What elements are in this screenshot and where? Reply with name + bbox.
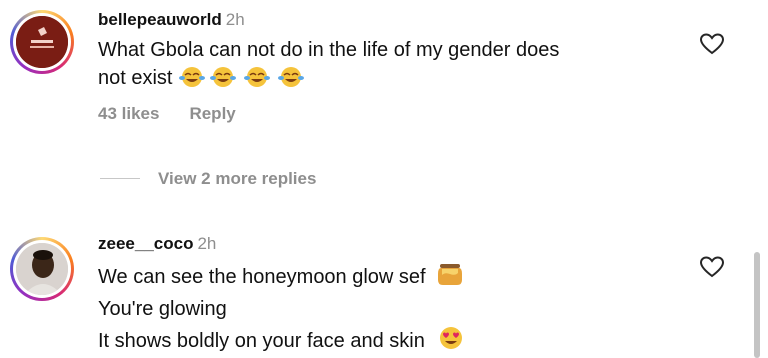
joy-emoji-icon bbox=[179, 67, 206, 87]
avatar bbox=[16, 16, 68, 68]
comment-item: bellepeauworld 2h What Gbola can not do i… bbox=[0, 0, 768, 140]
honey-pot-icon bbox=[438, 264, 463, 285]
heart-icon[interactable] bbox=[700, 256, 724, 278]
comment-username[interactable]: bellepeauworld 2h bbox=[98, 10, 245, 30]
comment-timestamp: 2h bbox=[197, 234, 217, 253]
comment-actions: 43 likes Reply bbox=[98, 104, 266, 124]
comment-item: zeee__coco 2h We can see the honeymoon gl… bbox=[0, 225, 768, 358]
view-more-replies-button[interactable]: View 2 more replies bbox=[158, 169, 316, 189]
joy-emoji-icon bbox=[210, 67, 237, 87]
reply-button[interactable]: Reply bbox=[189, 104, 235, 123]
avatar-story-ring[interactable] bbox=[10, 10, 74, 74]
comment-timestamp: 2h bbox=[225, 10, 245, 29]
comment-username[interactable]: zeee__coco 2h bbox=[98, 234, 216, 254]
joy-emoji-icon bbox=[244, 67, 271, 87]
replies-divider bbox=[100, 178, 140, 179]
likes-count[interactable]: 43 likes bbox=[98, 104, 159, 123]
comment-text: We can see the honeymoon glow sef You're… bbox=[98, 261, 678, 357]
joy-emoji-group bbox=[172, 67, 308, 89]
user-photo-icon bbox=[16, 243, 68, 295]
heart-eyes-emoji-icon bbox=[440, 327, 463, 349]
avatar-story-ring[interactable] bbox=[10, 237, 74, 301]
heart-icon[interactable] bbox=[700, 33, 724, 55]
scrollbar[interactable] bbox=[754, 252, 760, 358]
comment-text: What Gbola can not do in the life of my … bbox=[98, 39, 560, 89]
avatar bbox=[16, 243, 68, 295]
brand-logo-icon bbox=[16, 16, 68, 68]
joy-emoji-icon bbox=[278, 67, 305, 87]
